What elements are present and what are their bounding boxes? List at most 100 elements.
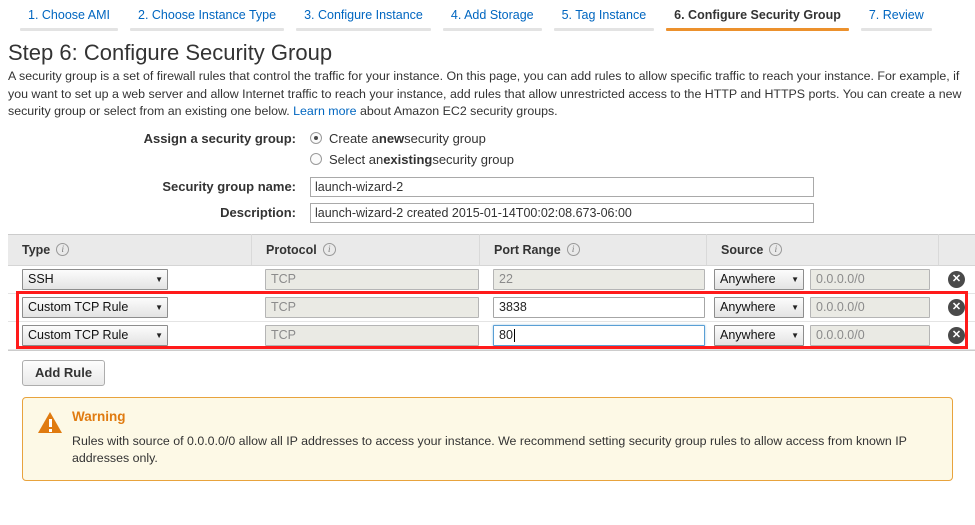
- page-title: Step 6: Configure Security Group: [8, 40, 333, 65]
- rule-protocol-cell: TCP: [251, 321, 479, 349]
- rule-type-value: SSH: [28, 272, 54, 286]
- table-row: Custom TCP Rule ▼ TCP 3838 Anywhere ▼ 0.…: [8, 294, 975, 322]
- delete-rule-icon[interactable]: ✕: [948, 298, 965, 316]
- rule-source-cidr-readonly: 0.0.0.0/0: [810, 324, 930, 346]
- rule-port-range-value: 3838: [499, 300, 527, 314]
- column-header-type: Type i: [8, 234, 251, 265]
- add-rule-button[interactable]: Add Rule: [22, 359, 106, 386]
- radio-create-new-indicator[interactable]: [310, 132, 322, 144]
- wizard-tab-label: 1. Choose AMI: [28, 8, 110, 22]
- wizard-tab-label: 2. Choose Instance Type: [138, 8, 277, 22]
- tab-underline: [296, 28, 431, 31]
- chevron-down-icon: ▼: [791, 302, 799, 312]
- rules-table-body: SSH ▼ TCP 22 Anywhere ▼ 0.0.0.0/0 ✕ Cust…: [8, 265, 975, 350]
- rule-port-range-input[interactable]: 80: [493, 324, 705, 346]
- rule-type-cell: SSH ▼: [8, 265, 251, 293]
- wizard-tab-choose-ami[interactable]: 1. Choose AMI: [14, 8, 124, 31]
- wizard-tab-add-storage[interactable]: 4. Add Storage: [437, 8, 548, 31]
- wizard-tab-strip: 1. Choose AMI 2. Choose Instance Type 3.…: [0, 0, 975, 34]
- security-group-name-label: Security group name:: [162, 179, 296, 194]
- radio-create-new-prefix: Create a: [329, 130, 379, 146]
- page-content: Step 6: Configure Security Group A secur…: [0, 40, 975, 481]
- rule-protocol-cell: TCP: [251, 293, 479, 321]
- rule-port-cell: 80: [479, 321, 706, 349]
- radio-select-existing-prefix: Select an: [329, 151, 384, 167]
- radio-create-new-bold: new: [378, 130, 405, 146]
- rule-type-value: Custom TCP Rule: [28, 300, 129, 314]
- security-group-description-row: Description:: [8, 202, 967, 223]
- wizard-tab-label: 5. Tag Instance: [561, 8, 647, 22]
- tab-underline: [666, 28, 849, 31]
- text-cursor: [513, 328, 515, 342]
- tab-underline: [860, 28, 932, 31]
- rule-source-select[interactable]: Anywhere ▼: [714, 268, 804, 290]
- rule-delete-cell: ✕: [938, 321, 975, 349]
- column-header-source-label: Source: [721, 242, 764, 257]
- rule-source-cell: Anywhere ▼ 0.0.0.0/0: [706, 265, 938, 293]
- rule-type-select[interactable]: Custom TCP Rule ▼: [22, 324, 168, 346]
- radio-select-existing-suffix: security group: [432, 151, 514, 167]
- info-icon[interactable]: i: [769, 243, 783, 256]
- column-header-protocol-label: Protocol: [266, 242, 317, 257]
- radio-option-create-new[interactable]: Create a new security group: [310, 131, 486, 146]
- tab-underline: [20, 28, 118, 31]
- rule-source-cidr-readonly: 0.0.0.0/0: [810, 296, 930, 318]
- rule-port-cell: 3838: [479, 293, 706, 321]
- info-icon[interactable]: i: [322, 243, 336, 256]
- warning-panel: Warning Rules with source of 0.0.0.0/0 a…: [22, 396, 953, 481]
- rule-type-cell: Custom TCP Rule ▼: [8, 293, 251, 321]
- radio-option-select-existing[interactable]: Select an existing security group: [310, 152, 514, 167]
- warning-title: Warning: [72, 408, 126, 424]
- security-group-name-input[interactable]: [310, 176, 814, 197]
- rule-source-cell: Anywhere ▼ 0.0.0.0/0: [706, 293, 938, 321]
- rule-delete-cell: ✕: [938, 293, 975, 321]
- rule-protocol-readonly: TCP: [265, 268, 479, 290]
- tab-underline: [553, 28, 655, 31]
- chevron-down-icon: ▼: [155, 274, 163, 284]
- rule-port-range-input[interactable]: 3838: [493, 296, 705, 318]
- rule-source-cell: Anywhere ▼ 0.0.0.0/0: [706, 321, 938, 349]
- delete-rule-icon[interactable]: ✕: [948, 326, 965, 344]
- column-header-port-range-label: Port Range: [494, 242, 561, 257]
- security-group-name-row: Security group name:: [8, 176, 967, 197]
- rule-type-select[interactable]: Custom TCP Rule ▼: [22, 296, 168, 318]
- page-intro: A security group is a set of firewall ru…: [8, 68, 967, 121]
- wizard-tab-label: 7. Review: [868, 8, 924, 22]
- rule-protocol-cell: TCP: [251, 265, 479, 293]
- warning-exclamation-bar: [48, 418, 52, 427]
- rule-source-value: Anywhere: [720, 272, 776, 286]
- chevron-down-icon: ▼: [791, 330, 799, 340]
- wizard-tab-configure-security-group[interactable]: 6. Configure Security Group: [660, 8, 855, 31]
- rule-port-cell: 22: [479, 265, 706, 293]
- warning-triangle-icon: [38, 411, 62, 434]
- rule-source-cidr-readonly: 0.0.0.0/0: [810, 268, 930, 290]
- wizard-tab-review[interactable]: 7. Review: [855, 8, 938, 31]
- wizard-tab-label: 4. Add Storage: [450, 8, 534, 22]
- rule-source-value: Anywhere: [720, 300, 776, 314]
- rule-type-value: Custom TCP Rule: [28, 328, 129, 342]
- rule-source-value: Anywhere: [720, 328, 776, 342]
- wizard-tab-choose-instance-type[interactable]: 2. Choose Instance Type: [124, 8, 290, 31]
- rule-source-select[interactable]: Anywhere ▼: [714, 296, 804, 318]
- learn-more-link[interactable]: Learn more: [293, 104, 356, 118]
- rule-source-select[interactable]: Anywhere ▼: [714, 324, 804, 346]
- column-header-type-label: Type: [22, 242, 51, 257]
- delete-rule-icon[interactable]: ✕: [948, 270, 965, 288]
- rule-delete-cell: ✕: [938, 265, 975, 293]
- table-row: SSH ▼ TCP 22 Anywhere ▼ 0.0.0.0/0 ✕: [8, 266, 975, 294]
- info-icon[interactable]: i: [566, 243, 580, 256]
- column-header-port-range: Port Range i: [479, 234, 706, 265]
- column-header-delete: [938, 234, 975, 265]
- wizard-tab-tag-instance[interactable]: 5. Tag Instance: [548, 8, 661, 31]
- info-icon[interactable]: i: [56, 243, 70, 256]
- wizard-tab-configure-instance[interactable]: 3. Configure Instance: [290, 8, 437, 31]
- assign-security-group-row: Assign a security group: Create a new se…: [8, 131, 967, 146]
- radio-select-existing-indicator[interactable]: [310, 153, 322, 165]
- security-group-description-input[interactable]: [310, 202, 814, 223]
- tab-underline: [442, 28, 542, 31]
- warning-exclamation-dot: [48, 428, 52, 432]
- rule-type-select[interactable]: SSH ▼: [22, 268, 168, 290]
- column-header-source: Source i: [706, 234, 938, 265]
- intro-text-part2: about Amazon EC2 security groups.: [356, 104, 558, 118]
- security-group-description-label: Description:: [220, 205, 296, 220]
